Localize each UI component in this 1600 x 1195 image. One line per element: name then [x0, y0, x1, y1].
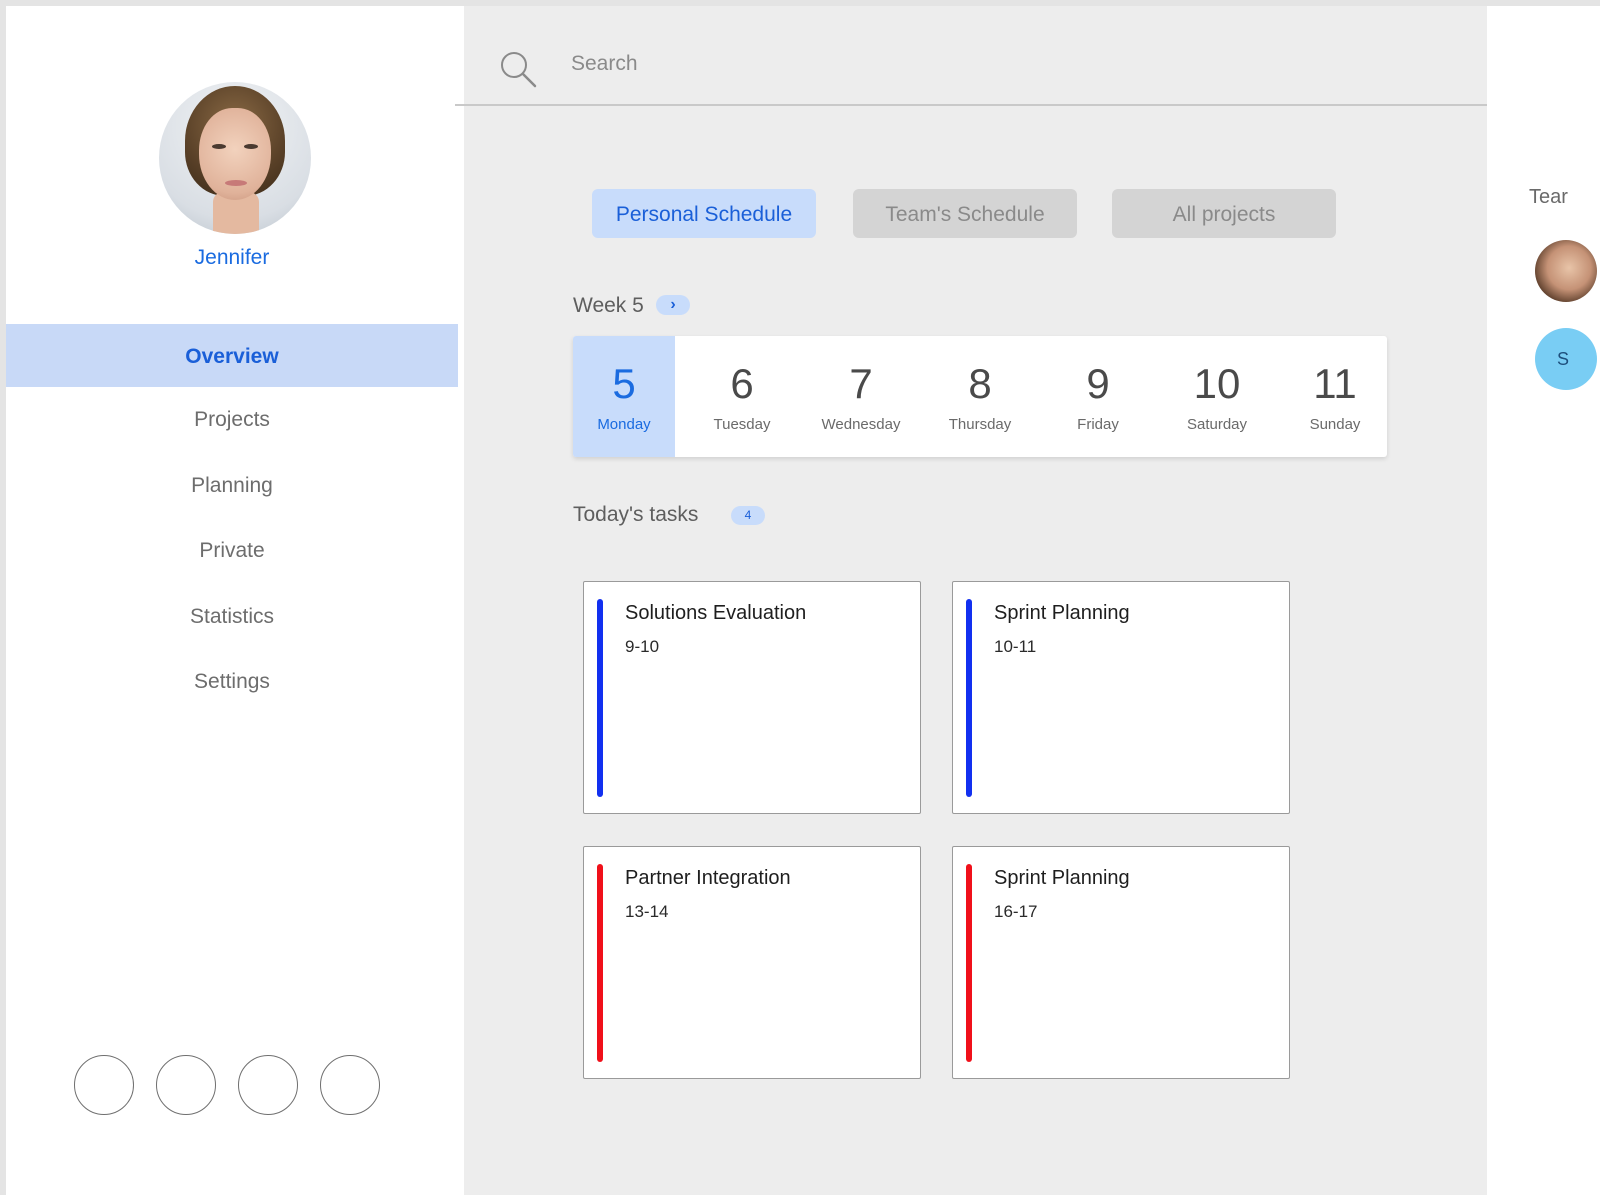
day-friday[interactable]: 9 Friday	[1047, 336, 1149, 457]
day-number: 11	[1313, 360, 1357, 407]
task-color-bar	[597, 864, 603, 1062]
task-card[interactable]: Sprint Planning 10-11	[952, 581, 1290, 814]
next-week-button[interactable]: ›	[656, 295, 690, 315]
task-title: Sprint Planning	[994, 867, 1130, 889]
day-monday[interactable]: 5 Monday	[573, 336, 675, 457]
day-name: Sunday	[1309, 416, 1361, 433]
sidebar-item-statistics[interactable]: Statistics	[6, 584, 458, 650]
tab-teams-schedule[interactable]: Team's Schedule	[853, 189, 1077, 238]
task-color-bar	[966, 599, 972, 797]
user-name[interactable]: Jennifer	[6, 246, 458, 270]
day-name: Wednesday	[821, 416, 901, 433]
sidebar-item-planning[interactable]: Planning	[6, 453, 458, 519]
day-saturday[interactable]: 10 Saturday	[1166, 336, 1268, 457]
team-panel: Tear S	[1487, 6, 1600, 1195]
team-member-initial-badge[interactable]: S	[1535, 328, 1597, 390]
tab-personal-schedule[interactable]: Personal Schedule	[592, 189, 816, 238]
sidebar-nav: Overview Projects Planning Private Stati…	[6, 324, 458, 715]
task-time: 16-17	[994, 902, 1038, 921]
day-tuesday[interactable]: 6 Tuesday	[691, 336, 793, 457]
day-sunday[interactable]: 11 Sunday	[1284, 336, 1386, 457]
task-color-bar	[966, 864, 972, 1062]
todays-tasks-label: Today's tasks	[573, 503, 699, 526]
quick-action-button-3[interactable]	[238, 1055, 298, 1115]
task-card[interactable]: Sprint Planning 16-17	[952, 846, 1290, 1079]
day-name: Monday	[597, 416, 651, 433]
task-card[interactable]: Solutions Evaluation 9-10	[583, 581, 921, 814]
week-day-strip: 5 Monday 6 Tuesday 7 Wednesday 8 Thursda…	[573, 336, 1387, 457]
sidebar-item-settings[interactable]: Settings	[6, 649, 458, 715]
sidebar-item-private[interactable]: Private	[6, 518, 458, 584]
day-number: 10	[1193, 360, 1241, 407]
day-number: 6	[730, 360, 754, 407]
task-card[interactable]: Partner Integration 13-14	[583, 846, 921, 1079]
day-wednesday[interactable]: 7 Wednesday	[810, 336, 912, 457]
quick-action-button-4[interactable]	[320, 1055, 380, 1115]
quick-actions	[74, 1055, 380, 1115]
task-title: Sprint Planning	[994, 602, 1130, 624]
day-number: 5	[612, 360, 636, 407]
week-label: Week 5	[573, 294, 644, 317]
sidebar-item-overview[interactable]: Overview	[6, 324, 458, 387]
day-name: Friday	[1077, 416, 1119, 433]
day-name: Saturday	[1186, 416, 1248, 433]
tab-all-projects[interactable]: All projects	[1112, 189, 1336, 238]
quick-action-button-2[interactable]	[156, 1055, 216, 1115]
profile-avatar[interactable]	[159, 82, 311, 234]
day-name: Tuesday	[713, 416, 771, 433]
app-window: Jennifer Overview Projects Planning Priv…	[6, 6, 1600, 1195]
team-panel-title: Tear	[1529, 186, 1568, 208]
day-name: Thursday	[948, 416, 1012, 433]
chevron-right-icon: ›	[670, 296, 676, 313]
quick-action-button-1[interactable]	[74, 1055, 134, 1115]
day-number: 7	[849, 360, 873, 407]
day-number: 8	[968, 360, 992, 407]
sidebar: Jennifer Overview Projects Planning Priv…	[6, 6, 464, 1195]
sidebar-item-projects[interactable]: Projects	[6, 387, 458, 453]
tasks-count-badge: 4	[731, 506, 765, 525]
day-number: 9	[1086, 360, 1110, 407]
team-member-avatar[interactable]	[1535, 240, 1597, 302]
search-icon[interactable]	[499, 50, 539, 90]
task-time: 10-11	[994, 637, 1037, 656]
task-title: Partner Integration	[625, 867, 791, 889]
search-input[interactable]	[571, 46, 1171, 82]
task-color-bar	[597, 599, 603, 797]
task-time: 9-10	[625, 637, 660, 656]
task-title: Solutions Evaluation	[625, 602, 807, 624]
day-thursday[interactable]: 8 Thursday	[929, 336, 1031, 457]
task-time: 13-14	[625, 902, 669, 921]
search-bar	[455, 6, 1487, 106]
